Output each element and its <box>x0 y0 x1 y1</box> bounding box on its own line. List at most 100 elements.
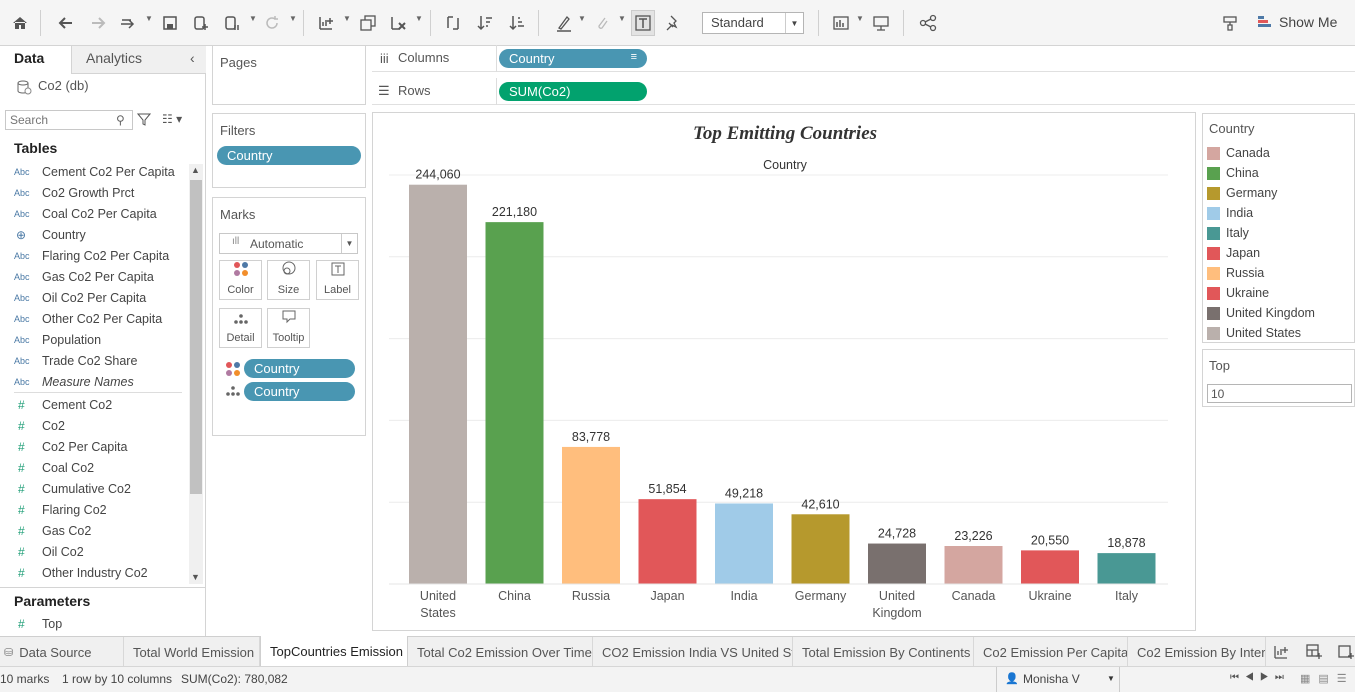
chart-view[interactable]: Top Emitting Countries Country 244,060 Un… <box>372 112 1196 631</box>
new-story-icon[interactable] <box>1337 643 1355 664</box>
chevron-down-icon[interactable]: ▼ <box>343 14 351 23</box>
refresh-icon[interactable] <box>260 10 284 36</box>
filters-shelf[interactable]: Filters Country <box>212 113 366 188</box>
sheet-tab[interactable]: Total World Emission <box>124 637 260 667</box>
columns-pill-country[interactable]: Country ≡ <box>499 49 647 68</box>
bar-chart[interactable]: 244,060 United States 221,180 China 83,778 Rus… <box>373 113 1197 632</box>
field-search-input[interactable] <box>5 110 133 130</box>
measure-field[interactable]: # Gas Co2 <box>14 520 189 541</box>
bar[interactable] <box>562 446 620 584</box>
new-worksheet-icon[interactable] <box>314 10 338 36</box>
bar[interactable] <box>868 543 926 584</box>
redo-icon[interactable] <box>86 10 110 36</box>
sheet-tab[interactable]: Total Co2 Emission Over Time <box>408 637 593 667</box>
highlight-icon[interactable] <box>552 10 576 36</box>
clear-sheet-icon[interactable] <box>386 10 410 36</box>
dimension-field[interactable]: Abc Flaring Co2 Per Capita <box>14 245 189 266</box>
redo-history-icon[interactable] <box>116 10 140 36</box>
measure-field[interactable]: # Co2 Per Capita <box>14 436 189 457</box>
parameter-top[interactable]: # Top <box>14 613 189 634</box>
show-me-icon[interactable] <box>1258 16 1272 28</box>
bar[interactable] <box>1021 550 1079 584</box>
bar[interactable] <box>638 499 697 584</box>
sheet-tab[interactable]: Co2 Emission Per Capita <box>974 637 1128 667</box>
sheet-tab[interactable]: CO2 Emission India VS United St... <box>593 637 793 667</box>
legend-item[interactable]: Italy <box>1207 223 1249 243</box>
share-icon[interactable] <box>916 10 940 36</box>
tab-analytics[interactable]: Analytics <box>86 50 142 66</box>
mark-type-dropdown[interactable]: ıll Automatic ▼ <box>219 233 358 254</box>
legend-item[interactable]: Germany <box>1207 183 1277 203</box>
sort-ascending-icon[interactable] <box>473 10 497 36</box>
marks-pill-detail-country[interactable]: Country <box>244 382 355 401</box>
sort-descending-icon[interactable] <box>505 10 529 36</box>
measure-field[interactable]: # Oil Co2 <box>14 541 189 562</box>
new-datasource-icon[interactable] <box>189 10 213 36</box>
chevron-down-icon[interactable]: ▼ <box>145 14 153 23</box>
labels-icon[interactable] <box>631 10 655 36</box>
dimension-field[interactable]: Abc Gas Co2 Per Capita <box>14 266 189 287</box>
bar[interactable] <box>715 503 773 584</box>
sheet-tab[interactable]: TopCountries Emission <box>260 636 408 667</box>
legend-item[interactable]: Ukraine <box>1207 283 1269 303</box>
undo-icon[interactable] <box>54 10 78 36</box>
pause-icon[interactable] <box>220 10 244 36</box>
new-worksheet-icon[interactable] <box>1272 643 1290 664</box>
detail-button[interactable]: Detail <box>219 308 262 348</box>
size-button[interactable]: Size <box>267 260 310 300</box>
duplicate-icon[interactable] <box>356 10 380 36</box>
scroll-down-icon[interactable]: ▼ <box>191 572 200 582</box>
measure-field[interactable]: # Other Industry Co2 <box>14 562 189 583</box>
dimension-field[interactable]: Abc Cement Co2 Per Capita <box>14 161 189 182</box>
rows-pill-sum-co2[interactable]: SUM(Co2) <box>499 82 647 101</box>
legend-item[interactable]: India <box>1207 203 1253 223</box>
rows-shelf[interactable]: ☰ Rows SUM(Co2) <box>372 78 1355 105</box>
label-button[interactable]: Label <box>316 260 359 300</box>
presentation-icon[interactable] <box>869 10 893 36</box>
legend-item[interactable]: United Kingdom <box>1207 303 1315 323</box>
measure-field[interactable]: # Co2 <box>14 415 189 436</box>
legend-item[interactable]: Canada <box>1207 143 1270 163</box>
tab-data[interactable]: Data <box>14 50 44 66</box>
fit-dropdown[interactable]: Standard ▼ <box>702 12 804 34</box>
collapse-pane-icon[interactable]: ‹ <box>190 50 195 66</box>
show-me-button[interactable]: Show Me <box>1279 14 1337 30</box>
measure-field[interactable]: # Coal Co2 <box>14 457 189 478</box>
bar[interactable] <box>944 546 1003 584</box>
dimension-field[interactable]: Abc Co2 Growth Prct <box>14 182 189 203</box>
chart-bar-icon[interactable] <box>829 10 853 36</box>
chevron-down-icon[interactable]: ▼ <box>578 14 586 23</box>
legend-item[interactable]: Russia <box>1207 263 1264 283</box>
chevron-down-icon[interactable]: ▼ <box>249 14 257 23</box>
sheet-view-toggle[interactable]: ▦▤☰ <box>1300 672 1355 685</box>
chevron-down-icon[interactable]: ▼ <box>289 14 297 23</box>
scrollbar-thumb[interactable] <box>190 180 202 494</box>
tooltip-button[interactable]: Tooltip <box>267 308 310 348</box>
legend-item[interactable]: Japan <box>1207 243 1260 263</box>
dimension-field[interactable]: Abc Measure Names <box>14 371 189 392</box>
dimension-field[interactable]: Abc Trade Co2 Share <box>14 350 189 371</box>
home-icon[interactable] <box>8 10 32 36</box>
chevron-down-icon[interactable]: ▼ <box>415 14 423 23</box>
measure-field[interactable]: # Cement Co2 <box>14 394 189 415</box>
legend-item[interactable]: China <box>1207 163 1259 183</box>
columns-shelf[interactable]: iii Columns Country ≡ <box>372 45 1355 72</box>
pin-icon[interactable] <box>661 10 685 36</box>
color-button[interactable]: Color <box>219 260 262 300</box>
scroll-up-icon[interactable]: ▲ <box>191 165 200 175</box>
dimension-field[interactable]: Abc Population <box>14 329 189 350</box>
chevron-down-icon[interactable]: ▼ <box>856 14 864 23</box>
marks-pill-color-country[interactable]: Country <box>244 359 355 378</box>
sheet-tab[interactable]: Total Emission By Continents <box>793 637 974 667</box>
measure-field[interactable]: # Cumulative Co2 <box>14 478 189 499</box>
pages-shelf[interactable]: Pages <box>212 45 366 105</box>
bar[interactable] <box>791 514 850 584</box>
legend-item[interactable]: United States <box>1207 323 1301 343</box>
sheet-navigation[interactable]: ⏮◀▶⏭ <box>1230 672 1290 683</box>
dimension-field[interactable]: Abc Oil Co2 Per Capita <box>14 287 189 308</box>
group-icon[interactable] <box>590 10 614 36</box>
datasource-name[interactable]: Co2 (db) <box>38 78 89 93</box>
sheet-tab[interactable]: Co2 Emission By Intern <box>1128 637 1266 667</box>
data-source-tab[interactable]: ⛁ Data Source <box>0 637 124 667</box>
format-icon[interactable] <box>1218 10 1242 36</box>
